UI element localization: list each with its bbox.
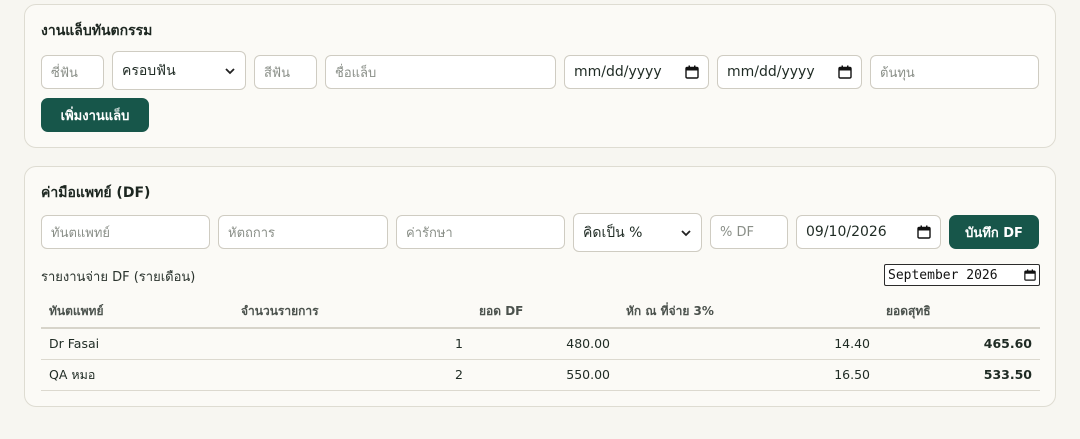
df-percent-placeholder: % DF xyxy=(720,224,754,240)
df-section-title: ค่ามือแพทย์ (DF) xyxy=(41,185,151,201)
column-header-df-amount: ยอด DF xyxy=(471,296,618,329)
shade-input[interactable]: สีฟัน xyxy=(254,55,317,89)
chevron-down-icon xyxy=(681,229,691,236)
df-report-table: ทันตแพทย์ จำนวนรายการ ยอด DF หัก ณ ที่จ่… xyxy=(41,296,1040,391)
tooth-number-placeholder: ซี่ฟัน xyxy=(51,65,78,81)
lab-name-input[interactable]: ชื่อแล็บ xyxy=(325,55,556,89)
df-mode-value: คิดเป็น % xyxy=(583,224,643,241)
row-net: 533.50 xyxy=(878,359,1040,391)
save-df-button[interactable]: บันทึก DF xyxy=(949,215,1039,249)
treatment-fee-input[interactable]: ค่ารักษา xyxy=(396,215,565,249)
tooth-number-input[interactable]: ซี่ฟัน xyxy=(41,55,104,89)
df-date-input[interactable]: 09/10/2026 xyxy=(796,215,941,249)
add-lab-work-button[interactable]: เพิ่มงานแล็บ xyxy=(41,98,149,132)
lab-due-date-input[interactable]: mm/dd/yyyy xyxy=(717,55,862,89)
shade-placeholder: สีฟัน xyxy=(264,65,291,81)
lab-type-value: ครอบฟัน xyxy=(122,62,176,79)
table-header-row: ทันตแพทย์ จำนวนรายการ ยอด DF หัก ณ ที่จ่… xyxy=(41,296,1040,329)
table-row: QA หมอ 2 550.00 16.50 533.50 xyxy=(41,359,1040,391)
lab-section-title: งานแล็บทันตกรรม xyxy=(41,23,153,39)
procedure-input[interactable]: หัตถการ xyxy=(218,215,388,249)
row-count: 2 xyxy=(233,359,471,391)
lab-cost-placeholder: ต้นทุน xyxy=(880,65,915,81)
dentist-placeholder: ทันตแพทย์ xyxy=(51,225,111,241)
lab-type-select[interactable]: ครอบฟัน xyxy=(112,51,246,90)
row-dentist: QA หมอ xyxy=(41,359,233,391)
row-df-amount: 550.00 xyxy=(471,359,618,391)
df-report-label: รายงานจ่าย DF (รายเดือน) xyxy=(41,270,196,285)
row-dentist: Dr Fasai xyxy=(41,328,233,360)
lab-send-date-value: mm/dd/yyyy xyxy=(574,64,662,80)
calendar-icon[interactable] xyxy=(685,65,699,79)
procedure-placeholder: หัตถการ xyxy=(228,225,276,241)
df-date-value: 09/10/2026 xyxy=(806,224,887,240)
row-withholding-tax: 16.50 xyxy=(618,359,878,391)
row-count: 1 xyxy=(233,328,471,360)
lab-send-date-input[interactable]: mm/dd/yyyy xyxy=(564,55,709,89)
report-month-input[interactable]: September 2026 xyxy=(884,264,1040,286)
table-row: Dr Fasai 1 480.00 14.40 465.60 xyxy=(41,328,1040,360)
lab-work-card: งานแล็บทันตกรรม ซี่ฟัน ครอบฟัน สีฟัน ชื่… xyxy=(24,4,1056,148)
calendar-icon[interactable] xyxy=(1024,269,1036,281)
row-net: 465.60 xyxy=(878,328,1040,360)
calendar-icon[interactable] xyxy=(917,225,931,239)
chevron-down-icon xyxy=(225,67,235,74)
lab-due-date-value: mm/dd/yyyy xyxy=(727,64,815,80)
dentist-input[interactable]: ทันตแพทย์ xyxy=(41,215,210,249)
lab-name-placeholder: ชื่อแล็บ xyxy=(335,65,377,81)
row-df-amount: 480.00 xyxy=(471,328,618,360)
treatment-fee-placeholder: ค่ารักษา xyxy=(406,225,453,241)
column-header-net: ยอดสุทธิ xyxy=(878,296,1040,329)
df-percent-input[interactable]: % DF xyxy=(710,215,788,249)
column-header-dentist: ทันตแพทย์ xyxy=(41,296,233,329)
column-header-count: จำนวนรายการ xyxy=(233,296,471,329)
report-month-value: September 2026 xyxy=(888,267,998,283)
row-withholding-tax: 14.40 xyxy=(618,328,878,360)
doctor-fee-card: ค่ามือแพทย์ (DF) ทันตแพทย์ หัตถการ ค่ารั… xyxy=(24,166,1056,407)
calendar-icon[interactable] xyxy=(838,65,852,79)
column-header-withholding-tax: หัก ณ ที่จ่าย 3% xyxy=(618,296,878,329)
lab-cost-input[interactable]: ต้นทุน xyxy=(870,55,1039,89)
df-mode-select[interactable]: คิดเป็น % xyxy=(573,213,702,252)
